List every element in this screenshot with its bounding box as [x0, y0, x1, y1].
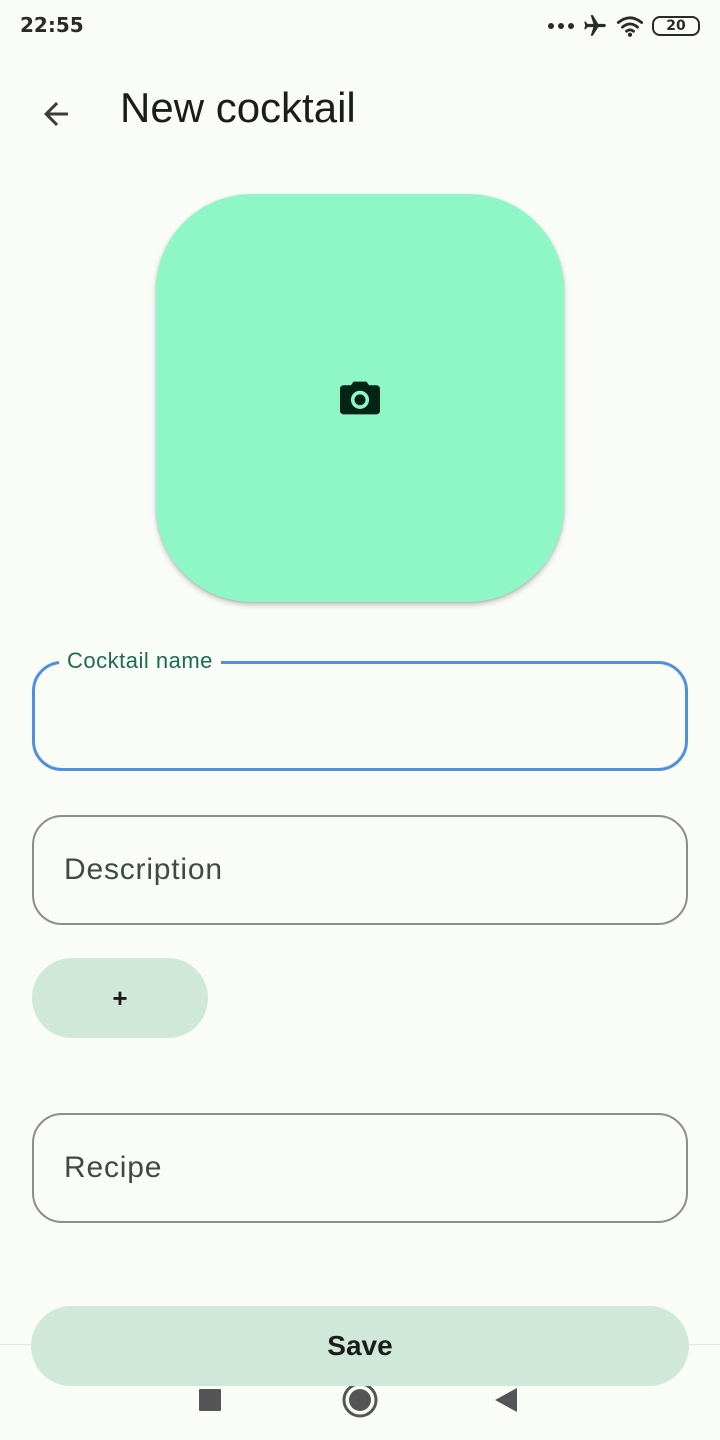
recents-square-icon	[199, 1389, 221, 1411]
description-field[interactable]: Description	[32, 815, 688, 925]
back-triangle-icon	[495, 1388, 517, 1412]
cocktail-name-label: Cocktail name	[59, 648, 221, 674]
top-app-bar: New cocktail	[0, 70, 720, 150]
add-ingredient-button[interactable]: +	[32, 958, 208, 1038]
battery-level: 20	[666, 18, 686, 34]
wifi-icon	[616, 16, 644, 37]
status-time: 22:55	[20, 13, 84, 37]
save-button[interactable]: Save	[31, 1306, 689, 1386]
airplane-mode-icon	[584, 15, 606, 36]
save-button-label: Save	[327, 1330, 393, 1361]
back-button[interactable]	[30, 90, 82, 138]
arrow-back-icon	[44, 102, 68, 126]
more-dots-icon	[548, 23, 574, 29]
recipe-field[interactable]: Recipe	[32, 1113, 688, 1223]
recipe-placeholder: Recipe	[64, 1151, 163, 1184]
home-circle-icon	[342, 1382, 378, 1418]
camera-icon	[340, 381, 380, 415]
photo-picker-button[interactable]	[156, 194, 564, 602]
status-icons: 20	[548, 12, 700, 40]
add-button-label: +	[112, 982, 128, 1013]
page-title: New cocktail	[120, 84, 356, 131]
description-placeholder: Description	[64, 853, 223, 886]
status-bar: 22:55 20	[0, 0, 720, 52]
battery-icon: 20	[652, 16, 700, 36]
cocktail-name-field[interactable]: Cocktail name	[32, 648, 688, 771]
